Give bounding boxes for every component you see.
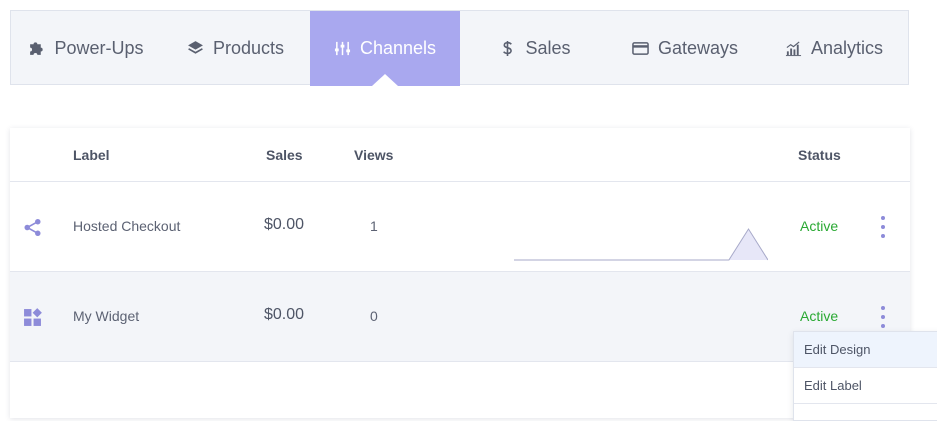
dot xyxy=(881,225,885,229)
tab-label: Gateways xyxy=(657,38,739,58)
header-status: Status xyxy=(798,147,841,163)
dollar-icon xyxy=(503,40,513,57)
tab-label: Power-Ups xyxy=(54,38,144,58)
tab-power-ups[interactable]: Power-Ups xyxy=(11,11,161,86)
table-row[interactable]: Hosted Checkout $0.00 1 Active xyxy=(10,182,910,272)
row-views: 1 xyxy=(370,218,378,234)
row-label: Hosted Checkout xyxy=(73,218,181,234)
tab-label: Channels xyxy=(359,38,437,58)
bar-chart-icon xyxy=(785,41,802,57)
table-header: Label Sales Views Status xyxy=(10,128,910,182)
sparkline-line xyxy=(514,228,768,261)
status-badge: Active xyxy=(800,308,839,324)
tab-label: Analytics xyxy=(810,38,884,58)
sliders-icon xyxy=(334,41,351,56)
channels-table: Label Sales Views Status Hosted Checkout… xyxy=(10,128,910,418)
header-sales: Sales xyxy=(266,147,303,163)
credit-card-icon xyxy=(632,42,649,55)
dot xyxy=(881,234,885,238)
row-menu-button[interactable] xyxy=(878,216,888,238)
menu-item-edit-design[interactable]: Edit Design xyxy=(794,332,937,368)
puzzle-icon xyxy=(30,42,44,55)
header-label: Label xyxy=(73,147,110,163)
dot xyxy=(881,315,885,319)
sparkline-area xyxy=(514,229,768,260)
row-menu-button[interactable] xyxy=(878,306,888,328)
dot xyxy=(881,324,885,328)
tab-sales[interactable]: Sales xyxy=(460,11,610,86)
row-actions-menu: Edit Design Edit Label xyxy=(793,331,937,421)
layers-icon xyxy=(188,41,203,54)
row-views: 0 xyxy=(370,308,378,324)
channel-nav: Power-Ups Products Channels Sales Gatewa… xyxy=(10,10,909,86)
table-row[interactable]: My Widget $0.00 0 Active xyxy=(10,272,910,362)
tab-label: Sales xyxy=(525,38,571,58)
row-sales: $0.00 xyxy=(264,306,305,323)
status-badge: Active xyxy=(800,218,839,234)
tab-products[interactable]: Products xyxy=(161,11,310,86)
share-icon xyxy=(24,218,41,237)
dot xyxy=(881,306,885,310)
row-label: My Widget xyxy=(73,308,140,324)
row-sales: $0.00 xyxy=(264,216,305,233)
menu-item-edit-label[interactable]: Edit Label xyxy=(794,368,937,404)
widget-icon xyxy=(24,308,42,326)
tab-channels[interactable]: Channels xyxy=(310,11,460,86)
header-views: Views xyxy=(354,147,394,163)
views-sparkline xyxy=(514,228,768,261)
tab-analytics[interactable]: Analytics xyxy=(760,11,908,86)
tab-label: Products xyxy=(212,38,285,58)
tab-gateways[interactable]: Gateways xyxy=(610,11,760,86)
dot xyxy=(881,216,885,220)
